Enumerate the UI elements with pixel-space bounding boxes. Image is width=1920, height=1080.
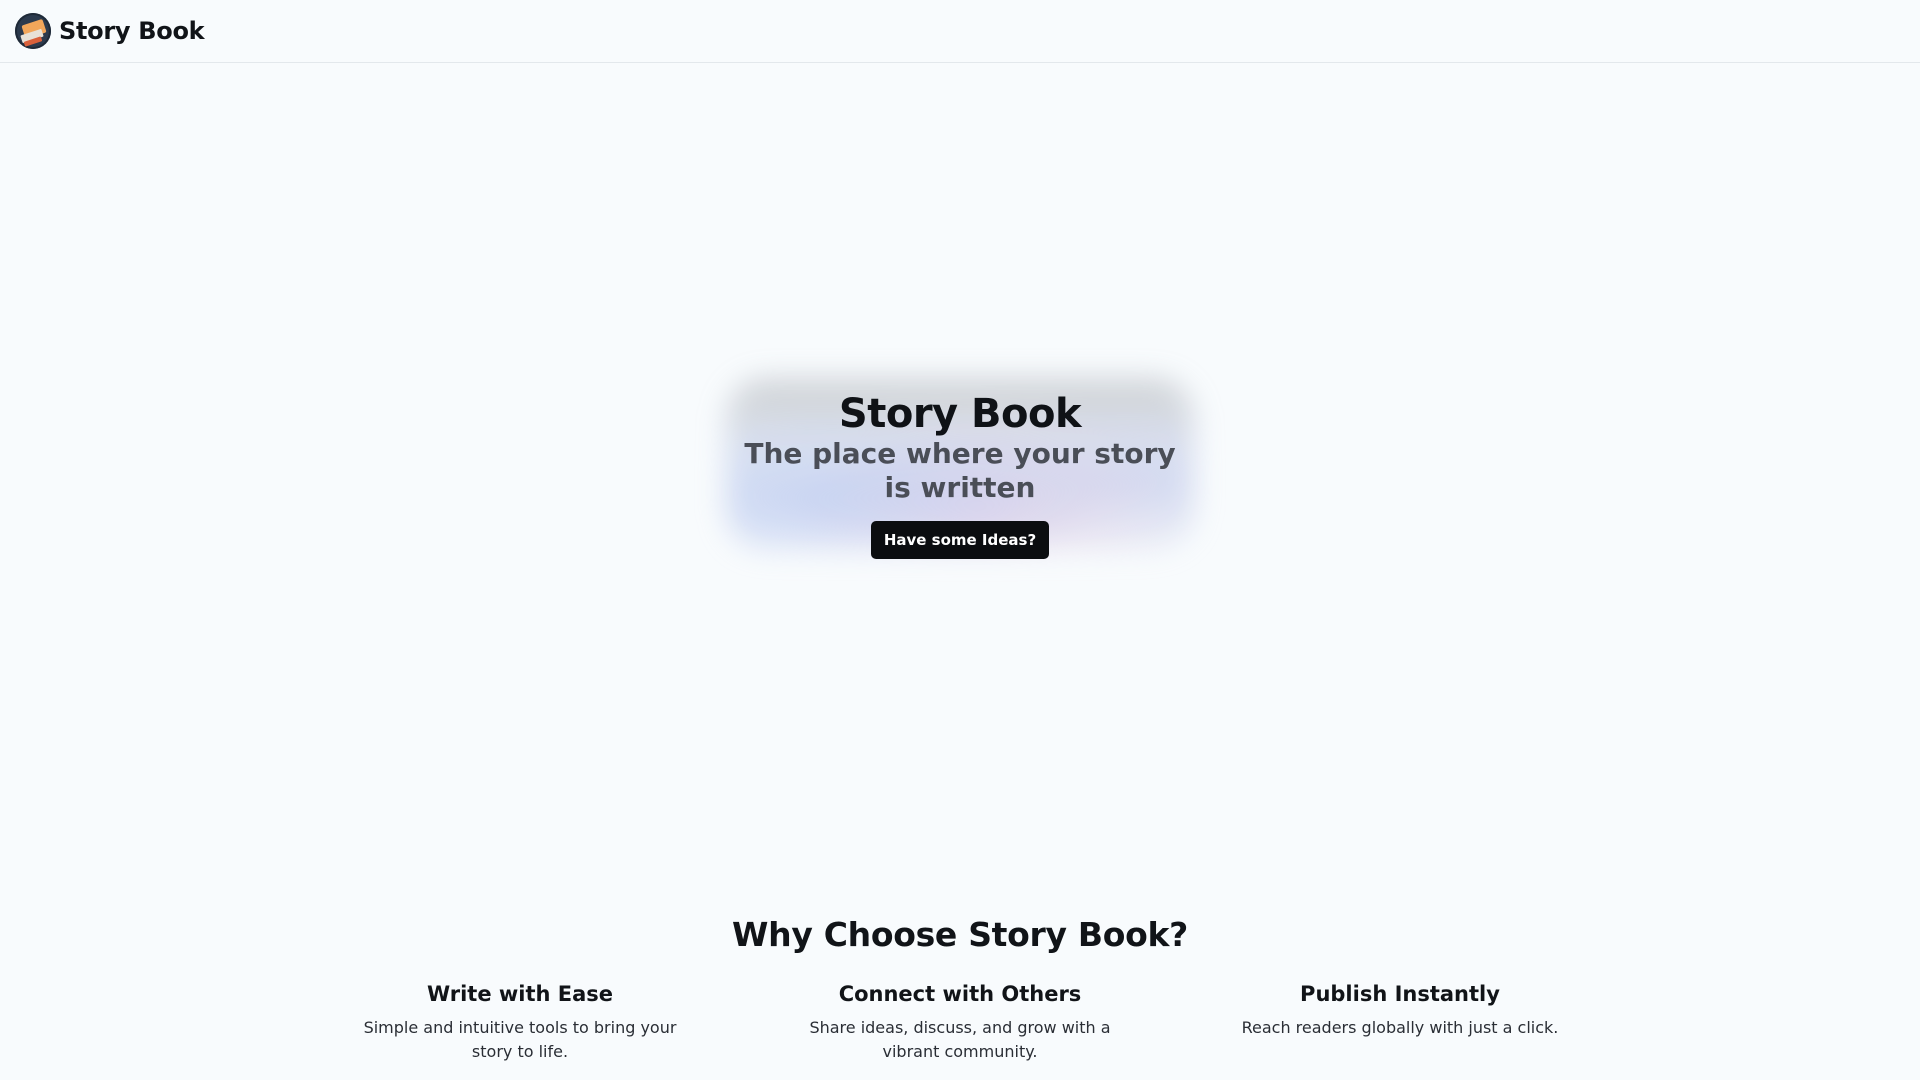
feature-description: Reach readers globally with just a click… bbox=[1241, 1018, 1559, 1037]
book-stack-icon[interactable] bbox=[15, 13, 51, 49]
feature-description: Simple and intuitive tools to bring your… bbox=[363, 1018, 677, 1061]
brand-name[interactable]: Story Book bbox=[59, 17, 205, 45]
feature-card: Connect with Others Share ideas, discuss… bbox=[740, 980, 1180, 1064]
have-ideas-button[interactable]: Have some Ideas? bbox=[870, 521, 1050, 559]
hero-subtitle: The place where your story is written bbox=[744, 437, 1176, 504]
hero-title: Story Book bbox=[838, 391, 1082, 437]
feature-card: Publish Instantly Reach readers globally… bbox=[1180, 980, 1620, 1064]
feature-card: Write with Ease Simple and intuitive too… bbox=[300, 980, 740, 1064]
hero-section: Story Book The place where your story is… bbox=[698, 355, 1222, 580]
feature-title: Publish Instantly bbox=[1300, 982, 1500, 1006]
features-list: Write with Ease Simple and intuitive too… bbox=[300, 980, 1620, 1064]
feature-title: Connect with Others bbox=[838, 982, 1082, 1006]
features-heading: Why Choose Story Book? bbox=[732, 915, 1188, 954]
feature-description: Share ideas, discuss, and grow with a vi… bbox=[809, 1018, 1111, 1061]
feature-title: Write with Ease bbox=[426, 982, 614, 1006]
top-navbar: Story Book bbox=[0, 0, 1920, 63]
